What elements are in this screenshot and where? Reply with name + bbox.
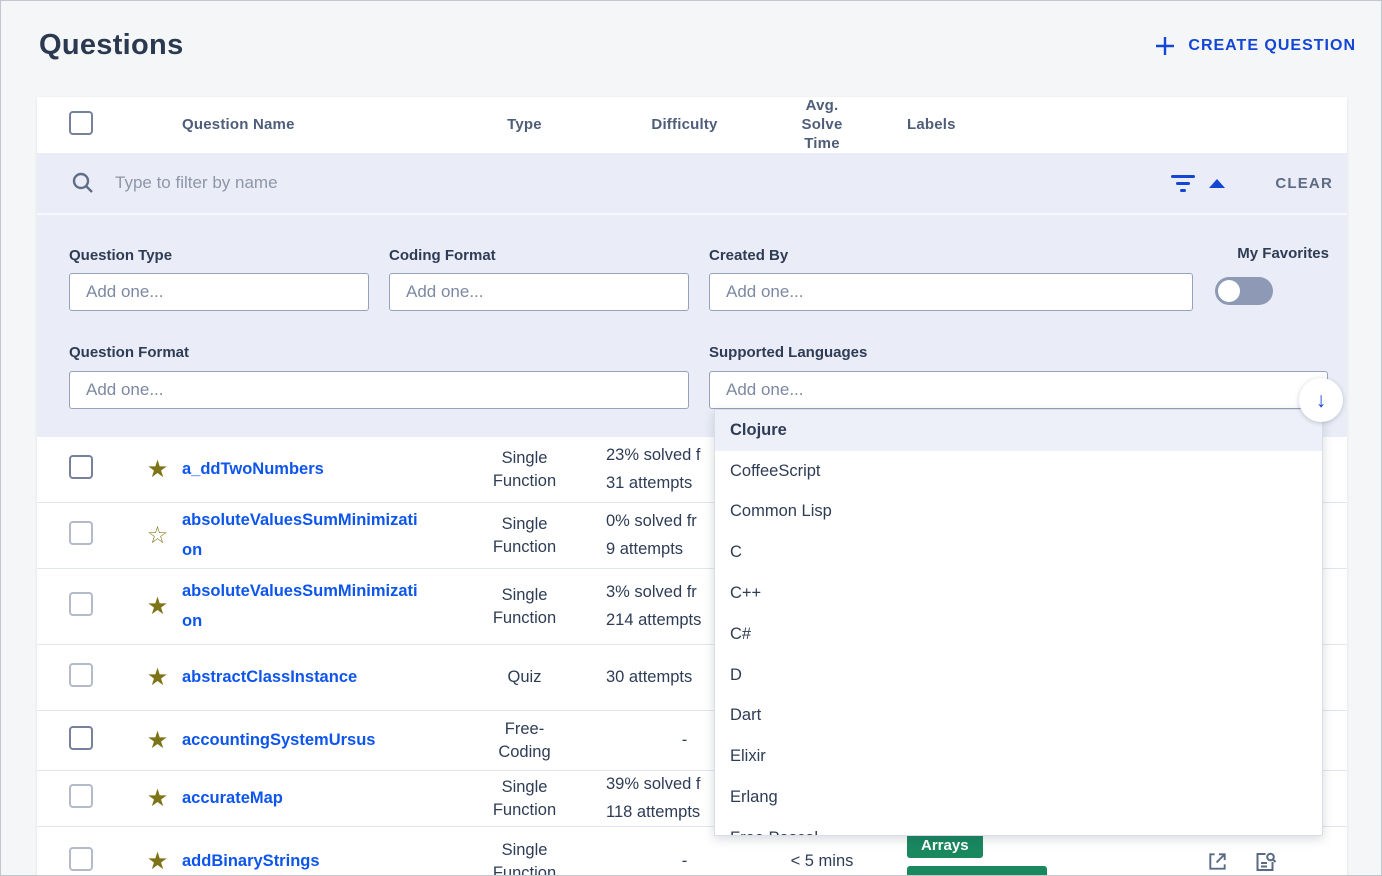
my-favorites-label: My Favorites [1237, 245, 1329, 262]
created-by-input[interactable] [709, 273, 1193, 311]
column-header-avg-solve-time: Avg. Solve Time [797, 97, 847, 153]
difficulty-value: - [592, 848, 777, 875]
row-checkbox[interactable] [69, 784, 93, 808]
row-checkbox[interactable] [69, 847, 93, 871]
search-icon [71, 171, 95, 195]
column-header-difficulty: Difficulty [592, 116, 777, 135]
question-type-value: Free-Coding [457, 718, 592, 763]
questions-table-card: Question Name Type Difficulty Avg. Solve… [37, 97, 1347, 876]
question-type-value: Single Function [457, 776, 592, 821]
dropdown-option-coffeescript[interactable]: CoffeeScript [715, 451, 1322, 492]
coding-format-label: Coding Format [389, 247, 496, 264]
question-name-link[interactable]: addBinaryStrings [182, 847, 427, 876]
labels-cell: Arrays [867, 833, 1077, 876]
star-filled-icon[interactable]: ★ [133, 729, 182, 753]
dropdown-option-erlang[interactable]: Erlang [715, 777, 1322, 818]
column-header-labels: Labels [867, 116, 1077, 135]
question-name-link[interactable]: a_ddTwoNumbers [182, 455, 427, 485]
row-checkbox[interactable] [69, 663, 93, 687]
search-input[interactable] [115, 173, 1171, 193]
create-question-label: CREATE QUESTION [1188, 37, 1356, 55]
star-filled-icon[interactable]: ★ [133, 458, 182, 482]
column-header-type: Type [457, 116, 592, 135]
open-external-icon[interactable] [1206, 850, 1229, 873]
create-question-button[interactable]: CREATE QUESTION [1154, 35, 1356, 57]
star-filled-icon[interactable]: ★ [133, 666, 182, 690]
question-name-link[interactable]: abstractClassInstance [182, 663, 427, 693]
my-favorites-toggle[interactable] [1215, 277, 1273, 305]
created-by-label: Created By [709, 247, 788, 264]
dropdown-option-c-[interactable]: C# [715, 614, 1322, 655]
star-filled-icon[interactable]: ★ [133, 850, 182, 874]
arrow-down-icon: ↓ [1316, 390, 1327, 411]
star-filled-icon[interactable]: ★ [133, 787, 182, 811]
row-checkbox[interactable] [69, 726, 93, 750]
label-badge-partial [907, 866, 1047, 876]
filter-icon [1171, 175, 1195, 192]
dropdown-open-button[interactable]: ↓ [1299, 378, 1343, 422]
question-name-link[interactable]: absoluteValuesSumMinimization [182, 506, 427, 565]
dropdown-option-c[interactable]: C [715, 532, 1322, 573]
select-all-checkbox[interactable] [69, 111, 93, 135]
row-checkbox[interactable] [69, 455, 93, 479]
row-checkbox[interactable] [69, 592, 93, 616]
dropdown-option-d[interactable]: D [715, 655, 1322, 696]
dropdown-option-dart[interactable]: Dart [715, 696, 1322, 737]
filter-toggle[interactable] [1171, 175, 1225, 192]
toggle-knob [1218, 280, 1240, 302]
dropdown-option-common-lisp[interactable]: Common Lisp [715, 492, 1322, 533]
plus-icon [1154, 35, 1176, 57]
filters-panel: Question Type Coding Format Created By M… [37, 213, 1347, 437]
row-checkbox[interactable] [69, 521, 93, 545]
star-filled-icon[interactable]: ★ [133, 595, 182, 619]
question-format-input[interactable] [69, 371, 689, 409]
question-name-link[interactable]: accountingSystemUrsus [182, 726, 427, 756]
page-title: Questions [39, 29, 184, 62]
coding-format-input[interactable] [389, 273, 689, 311]
dropdown-option-clojure[interactable]: Clojure [715, 410, 1322, 451]
collapse-triangle-icon [1209, 179, 1225, 188]
avg-solve-time-value: < 5 mins [777, 852, 867, 871]
question-type-input[interactable] [69, 273, 369, 311]
question-type-value: Quiz [457, 666, 592, 688]
supported-languages-label: Supported Languages [709, 344, 867, 361]
table-header-row: Question Name Type Difficulty Avg. Solve… [37, 97, 1347, 153]
clear-filters-button[interactable]: CLEAR [1275, 175, 1333, 192]
supported-languages-input[interactable] [709, 371, 1328, 409]
question-type-value: Single Function [457, 447, 592, 492]
question-type-label: Question Type [69, 247, 172, 264]
question-type-value: Single Function [457, 513, 592, 558]
filter-bar: CLEAR [37, 153, 1347, 213]
question-name-link[interactable]: absoluteValuesSumMinimization [182, 577, 427, 636]
star-outline-icon[interactable]: ☆ [133, 524, 182, 548]
dropdown-option-free-pascal[interactable]: Free Pascal [715, 818, 1322, 836]
column-header-question-name: Question Name [182, 116, 457, 135]
question-name-link[interactable]: accurateMap [182, 784, 427, 814]
language-dropdown: ClojureCoffeeScriptCommon LispCC++C#DDar… [714, 409, 1323, 836]
dropdown-option-c-[interactable]: C++ [715, 573, 1322, 614]
dropdown-option-elixir[interactable]: Elixir [715, 736, 1322, 777]
questions-page: Questions CREATE QUESTION Question Name … [0, 0, 1382, 876]
label-badge: Arrays [907, 833, 983, 858]
question-type-value: Single Function [457, 839, 592, 876]
question-type-value: Single Function [457, 584, 592, 629]
question-format-label: Question Format [69, 344, 189, 361]
preview-question-icon[interactable] [1253, 850, 1277, 874]
row-actions [1077, 850, 1347, 874]
